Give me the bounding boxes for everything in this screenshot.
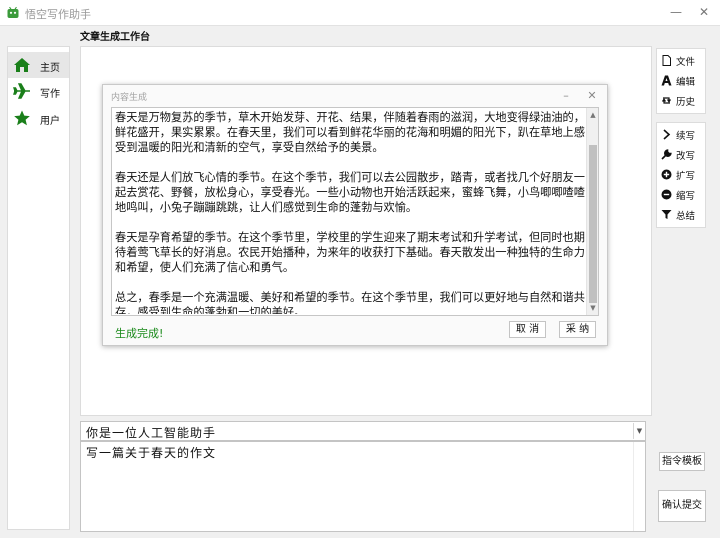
- dialog-minimize-button[interactable]: –: [557, 88, 575, 104]
- tool-label: 缩写: [676, 191, 696, 202]
- tool-rewrite[interactable]: 改写: [657, 145, 705, 163]
- confirm-submit-button[interactable]: 确认提交: [658, 490, 706, 522]
- title-bar: 悟空写作助手 — ✕: [0, 0, 720, 26]
- tool-label: 编辑: [676, 77, 696, 88]
- dialog-title: 内容生成: [111, 93, 148, 103]
- tool-label: 历史: [676, 97, 696, 108]
- tool-summarize[interactable]: 总结: [657, 205, 705, 223]
- tool-edit[interactable]: 编辑: [657, 71, 705, 89]
- filter-icon: [661, 210, 672, 219]
- sidebar-item-write[interactable]: 写作: [8, 78, 69, 104]
- status-text: 生成完成!: [115, 327, 164, 340]
- tool-label: 总结: [676, 211, 696, 222]
- cancel-button[interactable]: 取 消: [509, 321, 546, 338]
- chevron-right-icon: [663, 129, 671, 140]
- close-icon: ✕: [587, 89, 597, 102]
- wrench-icon: [661, 149, 672, 160]
- tool-file[interactable]: 文件: [657, 51, 705, 69]
- sidebar-item-user[interactable]: 用户: [8, 105, 69, 131]
- article-paragraph: 春天还是人们放飞心情的季节。在这个季节，我们可以去公园散步，踏青，或者找几个好朋…: [115, 171, 585, 214]
- star-icon: [14, 110, 30, 126]
- tool-continue[interactable]: 续写: [657, 125, 705, 143]
- scroll-down-icon[interactable]: ▼: [588, 303, 598, 313]
- sidebar-item-label: 用户: [40, 116, 60, 127]
- minimize-icon: —: [670, 5, 682, 19]
- content-dialog: 内容生成 – ✕ 春天是万物复苏的季节，草木开始发芽、开花、结果，伴随着春雨的滋…: [102, 84, 608, 346]
- article-paragraph: 总之，春季是一个充满温暖、美好和希望的季节。在这个季节里，我们可以更好地与自然和…: [115, 291, 585, 314]
- android-robot-icon: [7, 6, 19, 18]
- scroll-up-icon[interactable]: ▲: [588, 110, 598, 120]
- user-prompt-input[interactable]: 写一篇关于春天的作文: [80, 441, 646, 532]
- article-paragraph: 春天是万物复苏的季节，草木开始发芽、开花、结果，伴随着春雨的滋润，大地变得绿油油…: [115, 111, 585, 154]
- app-title: 悟空写作助手: [25, 8, 91, 21]
- sidebar-item-label: 主页: [40, 63, 60, 74]
- system-prompt-select[interactable]: 你是一位人工智能助手 ▼: [80, 421, 646, 441]
- tool-label: 续写: [676, 131, 696, 142]
- home-icon: [14, 58, 30, 72]
- airplane-icon: [13, 83, 30, 99]
- generated-text-area[interactable]: 春天是万物复苏的季节，草木开始发芽、开花、结果，伴随着春雨的滋润，大地变得绿油油…: [111, 107, 599, 316]
- sidebar-item-home[interactable]: 主页: [8, 52, 69, 78]
- tool-abbreviate[interactable]: 缩写: [657, 185, 705, 203]
- command-template-button[interactable]: 指令模板: [659, 452, 705, 471]
- tool-label: 文件: [676, 57, 696, 68]
- scroll-thumb[interactable]: [589, 145, 597, 303]
- tool-label: 改写: [676, 151, 696, 162]
- close-icon: ✕: [698, 5, 710, 19]
- article-paragraph: 春天是孕育希望的季节。在这个季节里，学校里的学生迎来了期末考试和升学考试，但同时…: [115, 231, 585, 274]
- close-button[interactable]: ✕: [693, 3, 715, 21]
- file-tools-panel: 文件 编辑 历史: [656, 48, 706, 114]
- tool-label: 扩写: [676, 171, 696, 182]
- chevron-down-icon[interactable]: ▼: [633, 423, 645, 439]
- minus-circle-icon: [661, 189, 672, 200]
- writing-tools-panel: 续写 改写 扩写 缩写 总结: [656, 122, 706, 228]
- user-prompt-value: 写一篇关于春天的作文: [86, 446, 217, 460]
- tool-expand[interactable]: 扩写: [657, 165, 705, 183]
- minimize-button[interactable]: —: [665, 3, 687, 21]
- generated-article: 春天是万物复苏的季节，草木开始发芽、开花、结果，伴随着春雨的滋润，大地变得绿油油…: [115, 110, 585, 314]
- minimize-icon: –: [563, 89, 569, 102]
- dialog-close-button[interactable]: ✕: [583, 88, 601, 104]
- plus-circle-icon: [661, 169, 672, 180]
- sidebar: 主页 写作 用户: [7, 46, 70, 530]
- accept-button[interactable]: 采 纳: [559, 321, 596, 338]
- tool-history[interactable]: 历史: [657, 91, 705, 109]
- file-icon: [662, 55, 671, 66]
- vertical-scrollbar[interactable]: ▲ ▼: [586, 108, 598, 315]
- retweet-icon: [661, 97, 672, 104]
- sidebar-item-label: 写作: [40, 89, 60, 100]
- font-icon: [661, 75, 672, 86]
- system-prompt-value: 你是一位人工智能助手: [86, 426, 217, 440]
- workspace-title: 文章生成工作台: [80, 32, 150, 43]
- input-scrollbar[interactable]: [633, 442, 645, 531]
